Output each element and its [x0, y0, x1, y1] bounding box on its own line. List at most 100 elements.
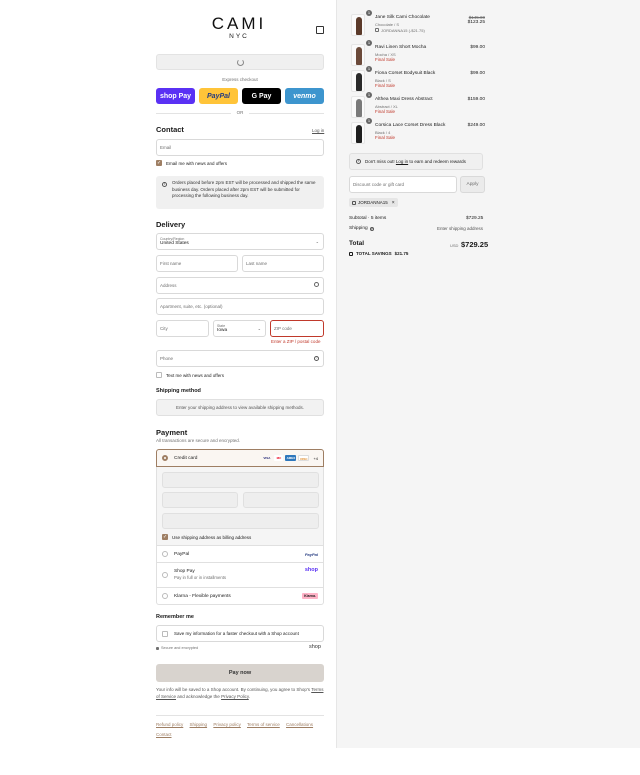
- credit-card-option[interactable]: Credit card VISA MC AMEX DISC +4: [156, 449, 324, 467]
- item-discount: JORDANNA15 (-$21.75): [375, 28, 425, 33]
- checkbox-unchecked-icon[interactable]: [156, 372, 162, 378]
- last-name-field[interactable]: Last name: [242, 255, 324, 272]
- klarna-option[interactable]: Klarna - Flexible payments Klarna.: [156, 588, 324, 605]
- discount-placeholder: Discount code or gift card: [353, 182, 405, 187]
- info-icon: i: [162, 182, 167, 187]
- phone-field[interactable]: Phone ?: [156, 350, 324, 367]
- privacy-policy-link[interactable]: Privacy policy: [213, 722, 241, 727]
- cart-item: 1 Fiona Corset Bodysuit Black Black / S …: [351, 66, 485, 94]
- first-name-field[interactable]: First name: [156, 255, 238, 272]
- card-logos: VISA MC AMEX DISC +4: [259, 455, 318, 461]
- venmo-button[interactable]: venmo: [285, 88, 324, 104]
- contact-link[interactable]: Contact: [156, 732, 172, 737]
- checkbox-checked-icon[interactable]: ✓: [162, 534, 168, 540]
- terms-of-service-link[interactable]: Terms of service: [247, 722, 280, 727]
- product-image: [356, 125, 362, 143]
- secure-row: Secure and encrypted: [156, 646, 198, 650]
- paypal-button[interactable]: PayPal: [199, 88, 238, 104]
- remember-me-heading: Remember me: [156, 614, 194, 620]
- lock-icon: [156, 646, 159, 650]
- item-price: $123.25: [467, 20, 485, 25]
- or-label: OR: [236, 110, 244, 115]
- zip-field[interactable]: ZIP code: [270, 320, 324, 337]
- discount-code-field[interactable]: Discount code or gift card: [349, 176, 457, 193]
- radio-icon[interactable]: [162, 551, 168, 557]
- expiration-field[interactable]: [162, 492, 238, 508]
- radio-icon[interactable]: [162, 572, 168, 578]
- paypal-option[interactable]: PayPal PayPal: [156, 546, 324, 563]
- email-opt-label: Email me with news and offers: [166, 160, 227, 166]
- card-number-field[interactable]: [162, 472, 319, 488]
- login-link[interactable]: Log in: [312, 128, 324, 133]
- radio-selected-icon[interactable]: [162, 455, 168, 461]
- email-opt-row[interactable]: ✓ Email me with news and offers: [156, 160, 227, 166]
- discover-icon: DISC: [298, 455, 310, 461]
- help-icon[interactable]: ?: [369, 226, 374, 231]
- footer-links: Refund policy Shipping Privacy policy Te…: [156, 720, 324, 740]
- item-price-block: $145.00 $123.25: [468, 15, 485, 25]
- country-select[interactable]: Country/Region United States ⌄: [156, 233, 324, 250]
- radio-icon[interactable]: [162, 593, 168, 599]
- close-icon[interactable]: ×: [392, 200, 395, 206]
- shipping-link[interactable]: Shipping: [190, 722, 208, 727]
- total-label: Total: [349, 240, 365, 247]
- item-discount-text: JORDANNA15 (-$21.75): [381, 28, 425, 33]
- item-name: Fiona Corset Bodysuit Black: [375, 71, 436, 76]
- save-info-row[interactable]: Save my information for a faster checkou…: [156, 625, 324, 642]
- final-sale-label: Final Sale: [375, 57, 396, 62]
- city-field[interactable]: City: [156, 320, 209, 337]
- pay-now-button[interactable]: Pay now: [156, 664, 324, 682]
- subtotal-label: Subtotal · 5 items: [349, 216, 387, 221]
- express-checkout-label: Express checkout: [222, 77, 258, 82]
- rewards-banner: i Don't miss out! Log in to earn and red…: [349, 153, 483, 170]
- text-opt-row[interactable]: Text me with news and offers: [156, 372, 224, 378]
- savings-label: TOTAL SAVINGS: [356, 251, 392, 256]
- billing-same-row[interactable]: ✓ Use shipping address as billing addres…: [162, 534, 251, 540]
- currency-label: USD: [450, 243, 459, 248]
- tag-icon: [349, 251, 353, 256]
- shop-pay-button[interactable]: shop Pay: [156, 88, 195, 104]
- item-price: $99.00: [470, 45, 485, 50]
- email-placeholder: Email: [160, 145, 172, 150]
- rewards-login-link[interactable]: Log in: [396, 159, 408, 164]
- checkbox-unchecked-icon[interactable]: [162, 630, 168, 637]
- brand-sub: NYC: [229, 33, 249, 40]
- quantity-badge: 1: [366, 118, 372, 124]
- total-value: $729.25: [461, 240, 489, 249]
- google-pay-button[interactable]: G Pay: [242, 88, 281, 104]
- apply-button[interactable]: Apply: [460, 176, 485, 193]
- shipping-method-heading: Shipping method: [156, 388, 201, 394]
- product-thumbnail: [351, 96, 365, 118]
- paypal-logo-icon: PayPal: [304, 551, 318, 557]
- address-field[interactable]: Address: [156, 277, 324, 294]
- shop-pay-option[interactable]: Shop Pay Pay in full or in installments …: [156, 563, 324, 588]
- shipping-label: Shipping: [349, 226, 368, 231]
- refund-policy-link[interactable]: Refund policy: [156, 722, 183, 727]
- divider: [156, 715, 324, 716]
- save-info-label: Save my information for a faster checkou…: [174, 631, 299, 636]
- shopping-bag-icon[interactable]: [316, 26, 324, 34]
- item-name: Jane Silk Cami Chocolate: [375, 15, 430, 20]
- item-name: Corsica Lace Corset Dress Black: [375, 123, 446, 128]
- brand-logo[interactable]: CAMI NYC: [211, 15, 267, 41]
- text-opt-label: Text me with news and offers: [166, 372, 224, 378]
- item-name: Althea Maxi Dress Abstract: [375, 97, 433, 102]
- item-price: $249.00: [467, 123, 485, 128]
- security-code-field[interactable]: [243, 492, 319, 508]
- info-icon: i: [356, 159, 361, 164]
- checkbox-checked-icon[interactable]: ✓: [156, 160, 162, 166]
- chevron-down-icon: ⌄: [257, 326, 261, 331]
- apartment-field[interactable]: Apartment, suite, etc. (optional): [156, 298, 324, 315]
- help-icon[interactable]: ?: [314, 356, 319, 361]
- cancellations-link[interactable]: Cancellations: [286, 722, 313, 727]
- email-field[interactable]: Email: [156, 139, 324, 156]
- item-name: Ravi Linen Short Mocha: [375, 45, 427, 50]
- privacy-link[interactable]: Privacy Policy: [221, 694, 249, 699]
- state-select[interactable]: State Iowa ⌄: [213, 320, 266, 337]
- total-savings-row: TOTAL SAVINGS $21.75: [349, 251, 408, 256]
- item-price: $159.00: [467, 97, 485, 102]
- legal-end: .: [248, 694, 251, 699]
- loading-bar: [156, 54, 324, 70]
- name-on-card-field[interactable]: [162, 513, 319, 529]
- final-sale-label: Final Sale: [375, 109, 396, 114]
